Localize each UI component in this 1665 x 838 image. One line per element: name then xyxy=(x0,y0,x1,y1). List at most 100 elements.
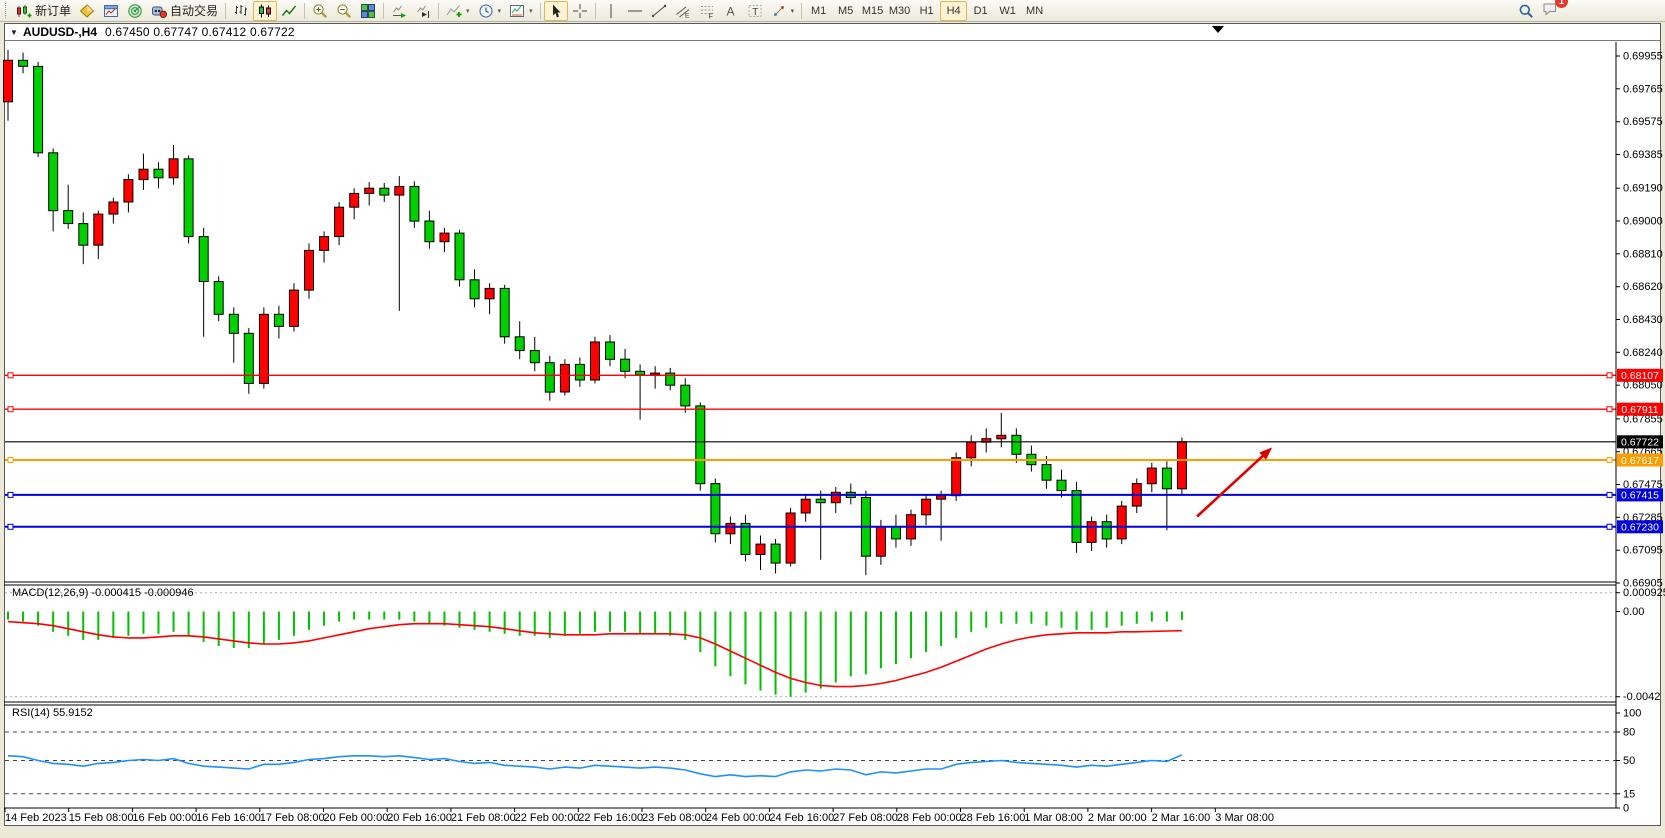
timeframe-m30[interactable]: M30 xyxy=(886,1,913,21)
toolbar-separator xyxy=(801,3,802,19)
horizontal-line-tool-button[interactable] xyxy=(623,1,647,21)
price-axis-label: 0.67095 xyxy=(1623,545,1663,557)
timeframe-w1[interactable]: W1 xyxy=(994,1,1021,21)
date-axis-label[interactable]: 20 Feb 00:00 xyxy=(324,812,389,824)
line-handle[interactable] xyxy=(8,458,13,463)
date-axis-label[interactable]: 24 Feb 00:00 xyxy=(706,812,771,824)
date-axis-label[interactable]: 2 Mar 00:00 xyxy=(1088,812,1147,824)
indicators-button[interactable]: ▾ xyxy=(442,1,474,21)
svg-text:F: F xyxy=(708,13,712,19)
timeframe-m1[interactable]: M1 xyxy=(805,1,832,21)
templates-button[interactable]: ▾ xyxy=(505,1,537,21)
date-axis-label[interactable]: 16 Feb 00:00 xyxy=(132,812,197,824)
strategy-tester-button[interactable] xyxy=(123,1,147,21)
chart-canvas[interactable]: 0.699550.697650.695750.693850.691900.690… xyxy=(0,0,1665,838)
rsi-axis-label: 100 xyxy=(1623,708,1641,720)
pane-resize-handle[interactable] xyxy=(4,702,1616,705)
candle-body xyxy=(741,523,750,554)
line-handle[interactable] xyxy=(1607,407,1612,412)
pane-resize-handle[interactable] xyxy=(4,582,1616,585)
periods-button[interactable]: ▾ xyxy=(474,1,506,21)
tile-windows-icon xyxy=(360,3,376,19)
cursor-icon xyxy=(548,3,564,19)
date-axis-label[interactable]: 20 Feb 16:00 xyxy=(387,812,452,824)
rsi-axis-label: 50 xyxy=(1623,755,1635,767)
line-handle[interactable] xyxy=(8,524,13,529)
candle-body xyxy=(696,406,705,484)
search-button[interactable] xyxy=(1514,1,1538,21)
date-axis-label[interactable]: 24 Feb 16:00 xyxy=(769,812,834,824)
timeframe-h1[interactable]: H1 xyxy=(913,1,940,21)
new-order-icon xyxy=(16,3,32,19)
date-axis-label[interactable]: 21 Feb 08:00 xyxy=(451,812,516,824)
price-axis-label: 0.68620 xyxy=(1623,281,1663,293)
candle-body xyxy=(305,250,314,290)
line-handle[interactable] xyxy=(1607,524,1612,529)
text-icon: A xyxy=(723,3,739,19)
text-label-tool-button[interactable]: T xyxy=(743,1,767,21)
timeframe-mn[interactable]: MN xyxy=(1021,1,1048,21)
new-chart-button[interactable] xyxy=(99,1,123,21)
date-axis-label[interactable]: 28 Feb 00:00 xyxy=(897,812,962,824)
radar-icon xyxy=(127,3,143,19)
timeframe-m5[interactable]: M5 xyxy=(832,1,859,21)
timeframe-m15[interactable]: M15 xyxy=(859,1,886,21)
trend-arrow[interactable] xyxy=(1197,447,1272,516)
line-handle[interactable] xyxy=(8,407,13,412)
line-handle[interactable] xyxy=(1607,373,1612,378)
chart-shift-button[interactable] xyxy=(411,1,435,21)
line-handle[interactable] xyxy=(8,492,13,497)
date-axis-label[interactable]: 27 Feb 08:00 xyxy=(833,812,898,824)
line-handle[interactable] xyxy=(1607,458,1612,463)
candle-body xyxy=(726,523,735,533)
new-order-button[interactable]: 新订单 xyxy=(12,1,75,21)
vertical-line-tool-button[interactable] xyxy=(599,1,623,21)
crosshair-button[interactable] xyxy=(568,1,592,21)
macd-axis-label: 0.000925 xyxy=(1623,587,1665,599)
date-axis-label[interactable]: 3 Mar 08:00 xyxy=(1215,812,1274,824)
date-axis-label[interactable]: 2 Mar 16:00 xyxy=(1152,812,1211,824)
date-axis-label[interactable]: 22 Feb 00:00 xyxy=(515,812,580,824)
candle-body xyxy=(440,233,449,242)
toolbar: 新订单 自动交易 ▾ xyxy=(0,0,1665,22)
zoom-in-button[interactable] xyxy=(308,1,332,21)
date-axis-label[interactable]: 16 Feb 16:00 xyxy=(196,812,261,824)
toolbar-grip[interactable] xyxy=(5,3,8,18)
date-axis-label[interactable]: 22 Feb 16:00 xyxy=(578,812,643,824)
line-chart-button[interactable] xyxy=(277,1,301,21)
trendline-tool-button[interactable] xyxy=(647,1,671,21)
zoom-out-button[interactable] xyxy=(332,1,356,21)
candle-body xyxy=(410,187,419,222)
clock-icon xyxy=(478,3,494,19)
notification-badge: 1 xyxy=(1555,0,1568,8)
date-axis-label[interactable]: 1 Mar 08:00 xyxy=(1024,812,1083,824)
candle-body xyxy=(425,221,434,242)
candle-body xyxy=(320,237,329,251)
candle-body xyxy=(560,364,569,392)
candle-body xyxy=(365,188,374,193)
date-axis-label[interactable]: 17 Feb 08:00 xyxy=(260,812,325,824)
line-handle[interactable] xyxy=(1607,492,1612,497)
fibonacci-tool-button[interactable]: F xyxy=(695,1,719,21)
arrows-tool-button[interactable]: ▾ xyxy=(767,1,799,21)
date-axis-label[interactable]: 23 Feb 08:00 xyxy=(642,812,707,824)
timeframe-h4[interactable]: H4 xyxy=(940,1,967,21)
tile-windows-button[interactable] xyxy=(356,1,380,21)
timeframe-d1[interactable]: D1 xyxy=(967,1,994,21)
bar-chart-button[interactable] xyxy=(229,1,253,21)
candle-body xyxy=(651,373,660,375)
chart-shift-marker[interactable] xyxy=(1212,26,1224,33)
auto-scroll-button[interactable] xyxy=(387,1,411,21)
autotrade-button[interactable]: 自动交易 xyxy=(147,1,222,21)
candlestick-chart-button[interactable] xyxy=(253,1,277,21)
date-axis-label[interactable]: 28 Feb 16:00 xyxy=(961,812,1026,824)
profiles-button[interactable] xyxy=(75,1,99,21)
line-handle[interactable] xyxy=(8,373,13,378)
new-order-label: 新订单 xyxy=(35,2,71,19)
equidistant-channel-tool-button[interactable]: E xyxy=(671,1,695,21)
svg-text:T: T xyxy=(752,7,758,18)
text-tool-button[interactable]: A xyxy=(719,1,743,21)
date-axis-label[interactable]: 15 Feb 08:00 xyxy=(69,812,134,824)
cursor-button[interactable] xyxy=(544,1,568,21)
date-axis-label[interactable]: 14 Feb 2023 xyxy=(5,812,67,824)
